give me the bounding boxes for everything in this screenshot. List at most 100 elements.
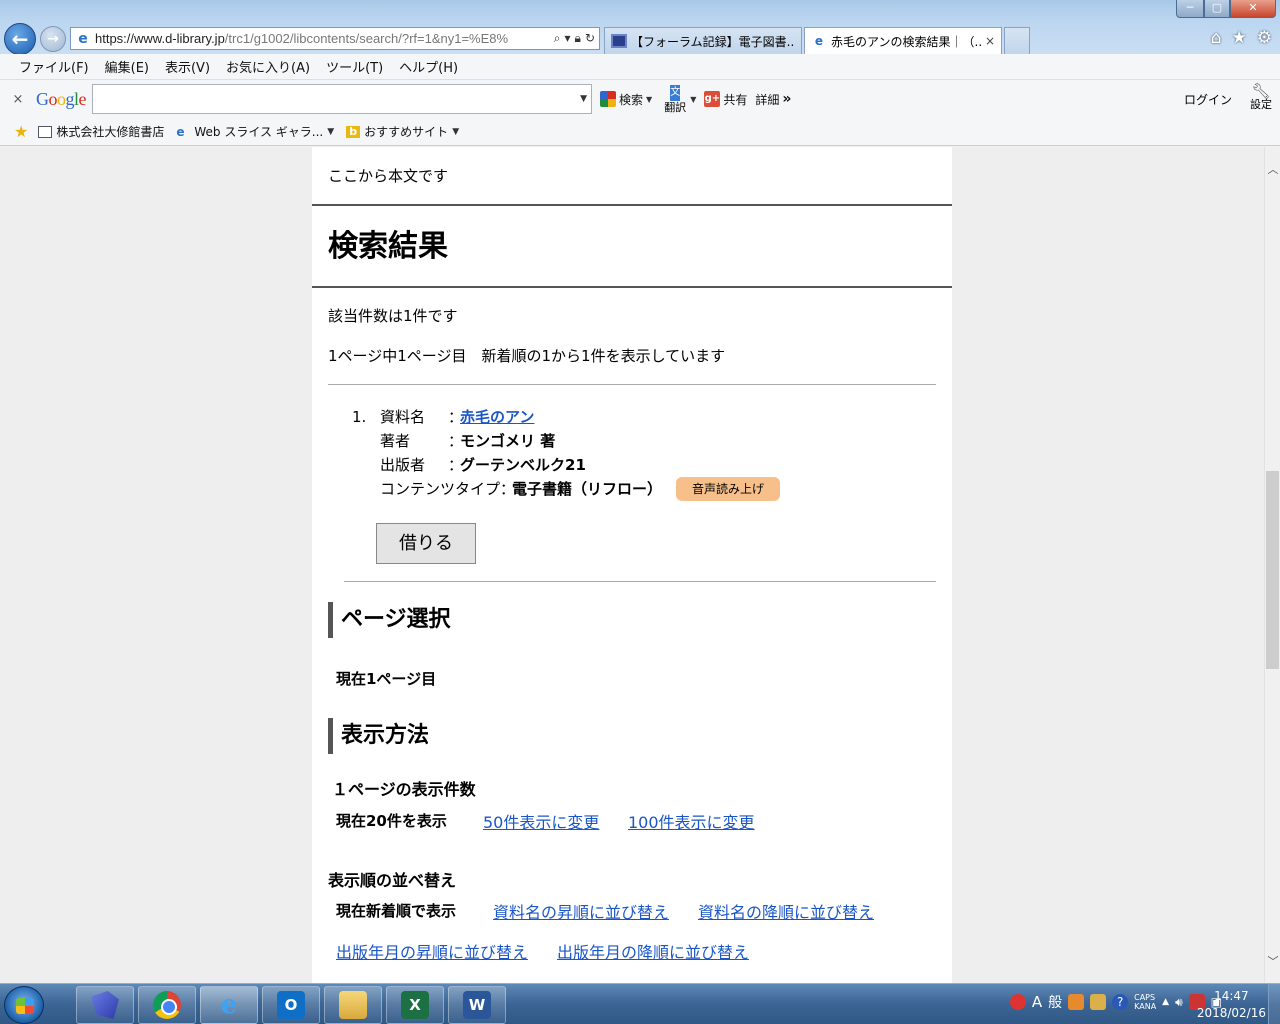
sort-title-asc-link[interactable]: 資料名の昇順に並び替え [493, 899, 669, 923]
antivirus-icon[interactable] [1009, 994, 1026, 1010]
taskbar-word[interactable]: W [448, 986, 506, 1024]
chevron-down-icon[interactable]: ▼ [690, 95, 696, 104]
wrench-icon: 🔧︎ [1251, 82, 1271, 100]
favorites-star-icon[interactable]: ★ [1232, 28, 1247, 48]
scroll-down-icon[interactable]: ﹀ [1265, 953, 1280, 971]
menu-favorites[interactable]: お気に入り(A) [219, 57, 317, 76]
menu-tools[interactable]: ツール(T) [319, 57, 390, 76]
taskbar-visual-studio[interactable] [76, 986, 134, 1024]
menu-view[interactable]: 表示(V) [158, 57, 217, 76]
speaker-icon[interactable]: 🔊︎ [1175, 995, 1183, 1010]
borrow-button[interactable]: 借りる [376, 523, 476, 564]
content-type-label: コンテンツタイプ [380, 480, 501, 498]
taskbar-file-explorer[interactable] [324, 986, 382, 1024]
taskbar-chrome[interactable] [138, 986, 196, 1024]
taskbar-internet-explorer[interactable]: e [200, 986, 258, 1024]
address-bar[interactable]: e https://www.d-library.jp/trc1/g1002/li… [70, 27, 600, 50]
favorite-suggested-sites[interactable]: b おすすめサイト ▼ [346, 123, 459, 140]
favorite-taishukan[interactable]: 株式会社大修館書店 [38, 123, 164, 140]
current-page-text: 現在1ページ目 [336, 670, 437, 688]
search-icon[interactable]: ⌕ [554, 31, 561, 46]
address-url[interactable]: https://www.d-library.jp/trc1/g1002/libc… [95, 31, 525, 46]
gear-icon[interactable]: ⚙ [1257, 28, 1272, 48]
menu-help[interactable]: ヘルプ(H) [392, 57, 465, 76]
tab-title: 赤毛のアンの検索結果｜（... [831, 34, 981, 49]
publisher-value: グーテンベルク21 [460, 456, 586, 474]
result-item: 1. 資料名 ： 赤毛のアン 著者 ： モンゴメリ 著 出版者 ： グーテンベル… [352, 405, 781, 501]
forward-button[interactable]: → [40, 26, 66, 52]
show-desktop-button[interactable] [1268, 984, 1280, 1024]
main-content: ここから本文です 検索結果 該当件数は1件です 1ページ中1ページ目 新着順の1… [312, 147, 952, 983]
ime-mode-icon[interactable]: 般 [1048, 992, 1062, 1012]
tab-forum-record[interactable]: 【フォーラム記録】電子図書... [604, 27, 802, 54]
more-button[interactable]: 詳細 » [755, 91, 791, 108]
sort-title-desc-link[interactable]: 資料名の降順に並び替え [698, 899, 874, 923]
settings-button[interactable]: 🔧︎ 設定 [1250, 84, 1272, 112]
dropdown-icon[interactable]: ▾ [565, 31, 571, 46]
divider [344, 581, 936, 582]
start-button[interactable] [4, 986, 44, 1024]
windows-taskbar: e O X W A 般 ? CAPS KANA ▲ 🔊︎ ▣ 14:47 2018… [0, 983, 1280, 1024]
minimize-button[interactable]: ─ [1176, 0, 1204, 18]
scroll-thumb[interactable] [1266, 471, 1279, 669]
scroll-up-icon[interactable]: ︿ [1265, 161, 1280, 179]
tab-search-result[interactable]: e 赤毛のアンの検索結果｜（... × [804, 27, 1002, 54]
tab-close-icon[interactable]: × [981, 34, 995, 48]
per-page-current: 現在20件を表示 [336, 812, 447, 830]
help-icon[interactable]: ? [1112, 994, 1129, 1010]
sort-date-desc-link[interactable]: 出版年月の降順に並び替え [557, 939, 749, 963]
double-chevron-right-icon: » [782, 91, 792, 107]
show-50-link[interactable]: 50件表示に変更 [483, 809, 599, 833]
author-label: 著者 [380, 432, 411, 450]
title-label: 資料名 [380, 408, 426, 426]
menu-file[interactable]: ファイル(F) [12, 57, 96, 76]
refresh-icon[interactable]: ↻ [585, 31, 595, 46]
system-tray: A 般 ? CAPS KANA ▲ 🔊︎ ▣ [1009, 992, 1222, 1012]
book-icon [38, 125, 53, 138]
google-search-input[interactable]: ▼ [92, 84, 593, 114]
close-window-button[interactable]: ✕ [1230, 0, 1276, 18]
share-button[interactable]: g+ 共有 [704, 91, 747, 108]
toolbar-close-icon[interactable]: × [6, 92, 30, 107]
login-link[interactable]: ログイン [1184, 91, 1232, 108]
show-100-link[interactable]: 100件表示に変更 [628, 809, 755, 833]
result-count: 該当件数は1件です [328, 307, 458, 325]
outlook-icon: O [277, 991, 305, 1019]
visual-studio-icon [91, 991, 119, 1019]
chevron-down-icon[interactable]: ▼ [452, 127, 459, 137]
taskbar-clock[interactable]: 14:47 2018/02/16 [1197, 988, 1266, 1022]
page-info: 1ページ中1ページ目 新着順の1から1件を表示しています [328, 347, 726, 365]
tray-box-icon[interactable] [1090, 994, 1107, 1010]
vertical-scrollbar[interactable]: ︿ ﹀ [1264, 147, 1280, 983]
chevron-down-icon[interactable]: ▼ [580, 94, 587, 104]
google-search-button[interactable]: 検索 ▼ [600, 91, 652, 108]
display-method-heading: 表示方法 [328, 718, 429, 754]
taskbar-excel[interactable]: X [386, 986, 444, 1024]
favorites-star-icon[interactable]: ★ [14, 122, 28, 141]
sort-date-asc-link[interactable]: 出版年月の昇順に並び替え [336, 939, 528, 963]
back-arrow-icon: ← [11, 27, 29, 51]
translate-button[interactable]: 文 翻訳 [664, 84, 686, 114]
forward-arrow-icon: → [47, 31, 59, 47]
google-search-icon [600, 91, 617, 107]
bing-icon: b [346, 125, 361, 138]
chevron-down-icon[interactable]: ▼ [646, 95, 652, 104]
chevron-down-icon[interactable]: ▼ [327, 127, 334, 137]
result-title-link[interactable]: 赤毛のアン [460, 405, 534, 429]
home-icon[interactable]: ⌂ [1211, 28, 1222, 48]
maximize-button[interactable]: ▢ [1204, 0, 1230, 18]
menu-edit[interactable]: 編集(E) [98, 57, 156, 76]
back-button[interactable]: ← [4, 23, 36, 55]
new-tab-button[interactable] [1004, 27, 1030, 54]
lock-icon[interactable]: 🔒︎ [575, 31, 581, 46]
browser-right-icons: ⌂ ★ ⚙ [1211, 28, 1272, 48]
tray-tool-icon[interactable] [1068, 994, 1085, 1010]
sort-heading: 表示順の並べ替え [328, 871, 457, 890]
content-type-value: 電子書籍（リフロー） [512, 480, 663, 498]
translate-icon: 文 [670, 84, 681, 101]
ime-a-icon[interactable]: A [1032, 993, 1042, 1011]
ie-icon: e [814, 34, 824, 48]
taskbar-outlook[interactable]: O [262, 986, 320, 1024]
chevron-up-icon[interactable]: ▲ [1162, 997, 1169, 1007]
favorite-web-slice-gallery[interactable]: e Web スライス ギャラ... ▼ [176, 123, 334, 140]
